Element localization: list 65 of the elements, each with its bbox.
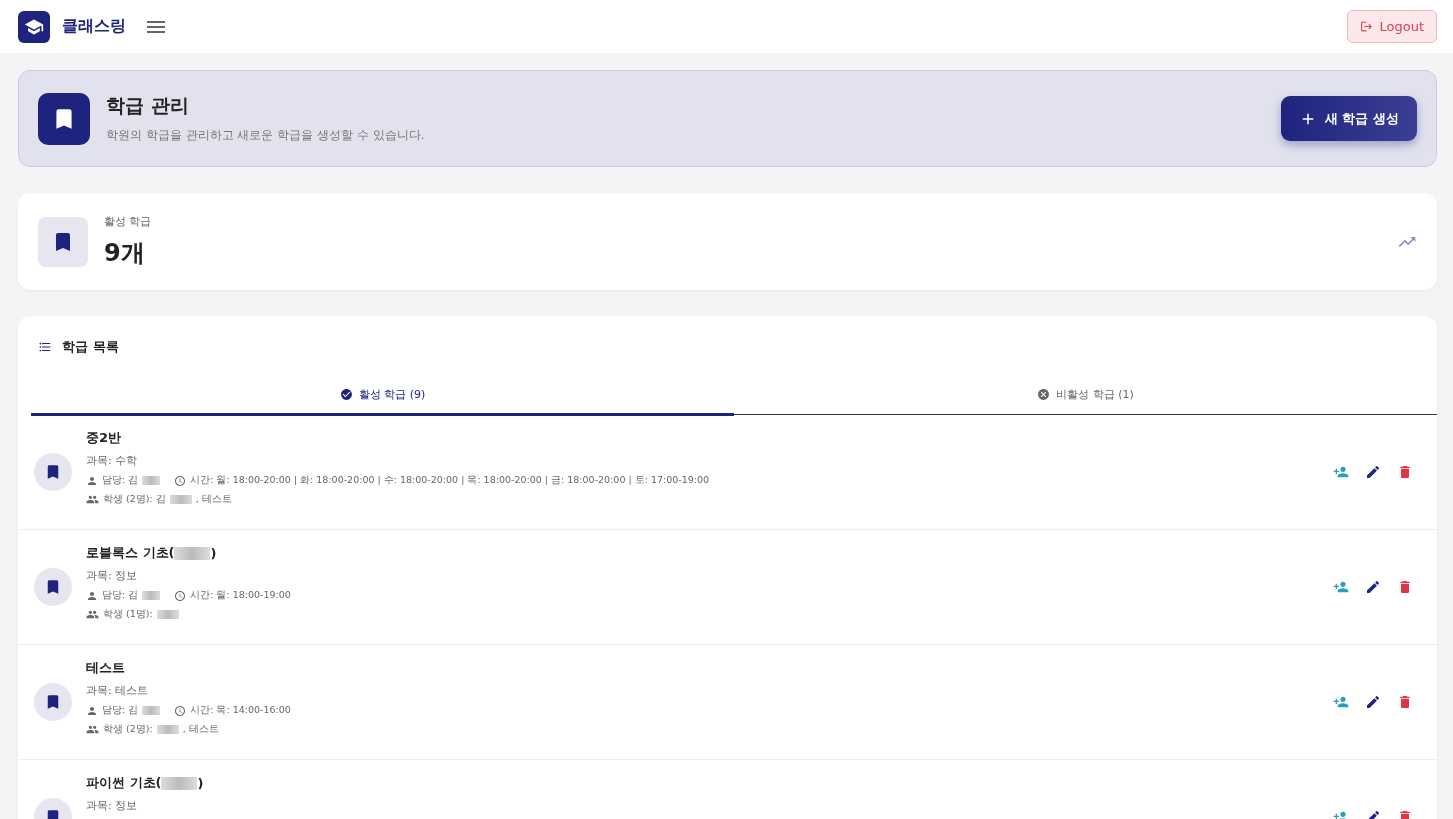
pencil-icon (1365, 579, 1381, 595)
students-text: 학생 (1명): (103, 608, 153, 621)
book-icon (38, 92, 90, 145)
teacher-text: 담당: 김 (102, 474, 139, 487)
tab[interactable]: 비활성 학급 (1) (734, 376, 1437, 416)
create-class-button[interactable]: 새 학급 생성 (1280, 96, 1417, 141)
class-subject: 과목: 테스트 (86, 683, 150, 698)
clock-icon (174, 704, 187, 717)
list-icon (38, 340, 52, 354)
clock-icon (174, 589, 187, 602)
stat-value: 9개 (104, 238, 146, 269)
logout-icon (1360, 20, 1374, 33)
book-icon (34, 453, 72, 491)
class-title: ) (197, 775, 204, 791)
class-subject: 과목: 수학 (86, 453, 139, 468)
redacted-block (156, 609, 179, 620)
stat-label: 활성 학급 (104, 214, 152, 229)
page-subtitle: 학원의 학급을 관리하고 새로운 학급을 생성할 수 있습니다. (106, 127, 425, 144)
tab[interactable]: 활성 학급 (9) (31, 376, 734, 416)
person-icon (86, 474, 98, 487)
class-subject: 과목: 정보 (86, 568, 139, 583)
person-icon (86, 704, 98, 717)
redacted-block (142, 590, 161, 601)
students-text: , 테스트 (195, 493, 232, 506)
redacted-block (174, 546, 211, 560)
person-add-icon (1333, 464, 1349, 480)
students-text: 학생 (2명): 김 (103, 493, 166, 506)
book-icon (38, 216, 88, 267)
class-title: 파이썬 기초( (86, 774, 162, 792)
redacted-block (156, 724, 179, 735)
book-icon (34, 683, 72, 721)
people-icon (86, 493, 99, 506)
list-title: 학급 목록 (62, 338, 119, 356)
clock-icon (174, 474, 187, 487)
person-add-icon (1333, 579, 1349, 595)
brand-name: 클래스링 (62, 16, 126, 37)
class-title: 로블록스 기초( (86, 544, 175, 562)
class-title: 중2반 (86, 429, 122, 447)
teacher-text: 담당: 김 (102, 589, 139, 602)
redacted-block (161, 776, 198, 790)
schedule-text: 시간: 목: 14:00-16:00 (190, 704, 291, 717)
trash-icon (1397, 464, 1413, 480)
logout-button[interactable]: Logout (1347, 10, 1437, 43)
redacted-block (169, 494, 192, 505)
logo-icon (18, 10, 50, 43)
students-text: 학생 (2명): (103, 723, 153, 736)
person-add-icon (1333, 694, 1349, 710)
teacher-text: 담당: 김 (102, 704, 139, 717)
schedule-text: 시간: 월: 18:00-20:00 | 화: 18:00-20:00 | 수: 18:00-20:00 | 목: 18:00-20:00 | 금: 18:00-20:00 | 토: 17:00-19:00 (190, 474, 710, 487)
page-title: 학급 관리 (106, 93, 190, 118)
students-text: , 테스트 (182, 723, 219, 736)
pencil-icon (1365, 694, 1381, 710)
book-icon (34, 568, 72, 606)
people-icon (86, 723, 99, 736)
class-title: 테스트 (86, 659, 125, 677)
pencil-icon (1365, 464, 1381, 480)
people-icon (86, 608, 99, 621)
trash-icon (1397, 694, 1413, 710)
trash-icon (1397, 579, 1413, 595)
class-subject: 과목: 정보 (86, 798, 139, 813)
schedule-text: 시간: 월: 18:00-19:00 (190, 589, 291, 602)
class-title: ) (210, 545, 217, 561)
redacted-block (142, 705, 161, 716)
redacted-block (142, 475, 161, 486)
person-icon (86, 589, 98, 602)
